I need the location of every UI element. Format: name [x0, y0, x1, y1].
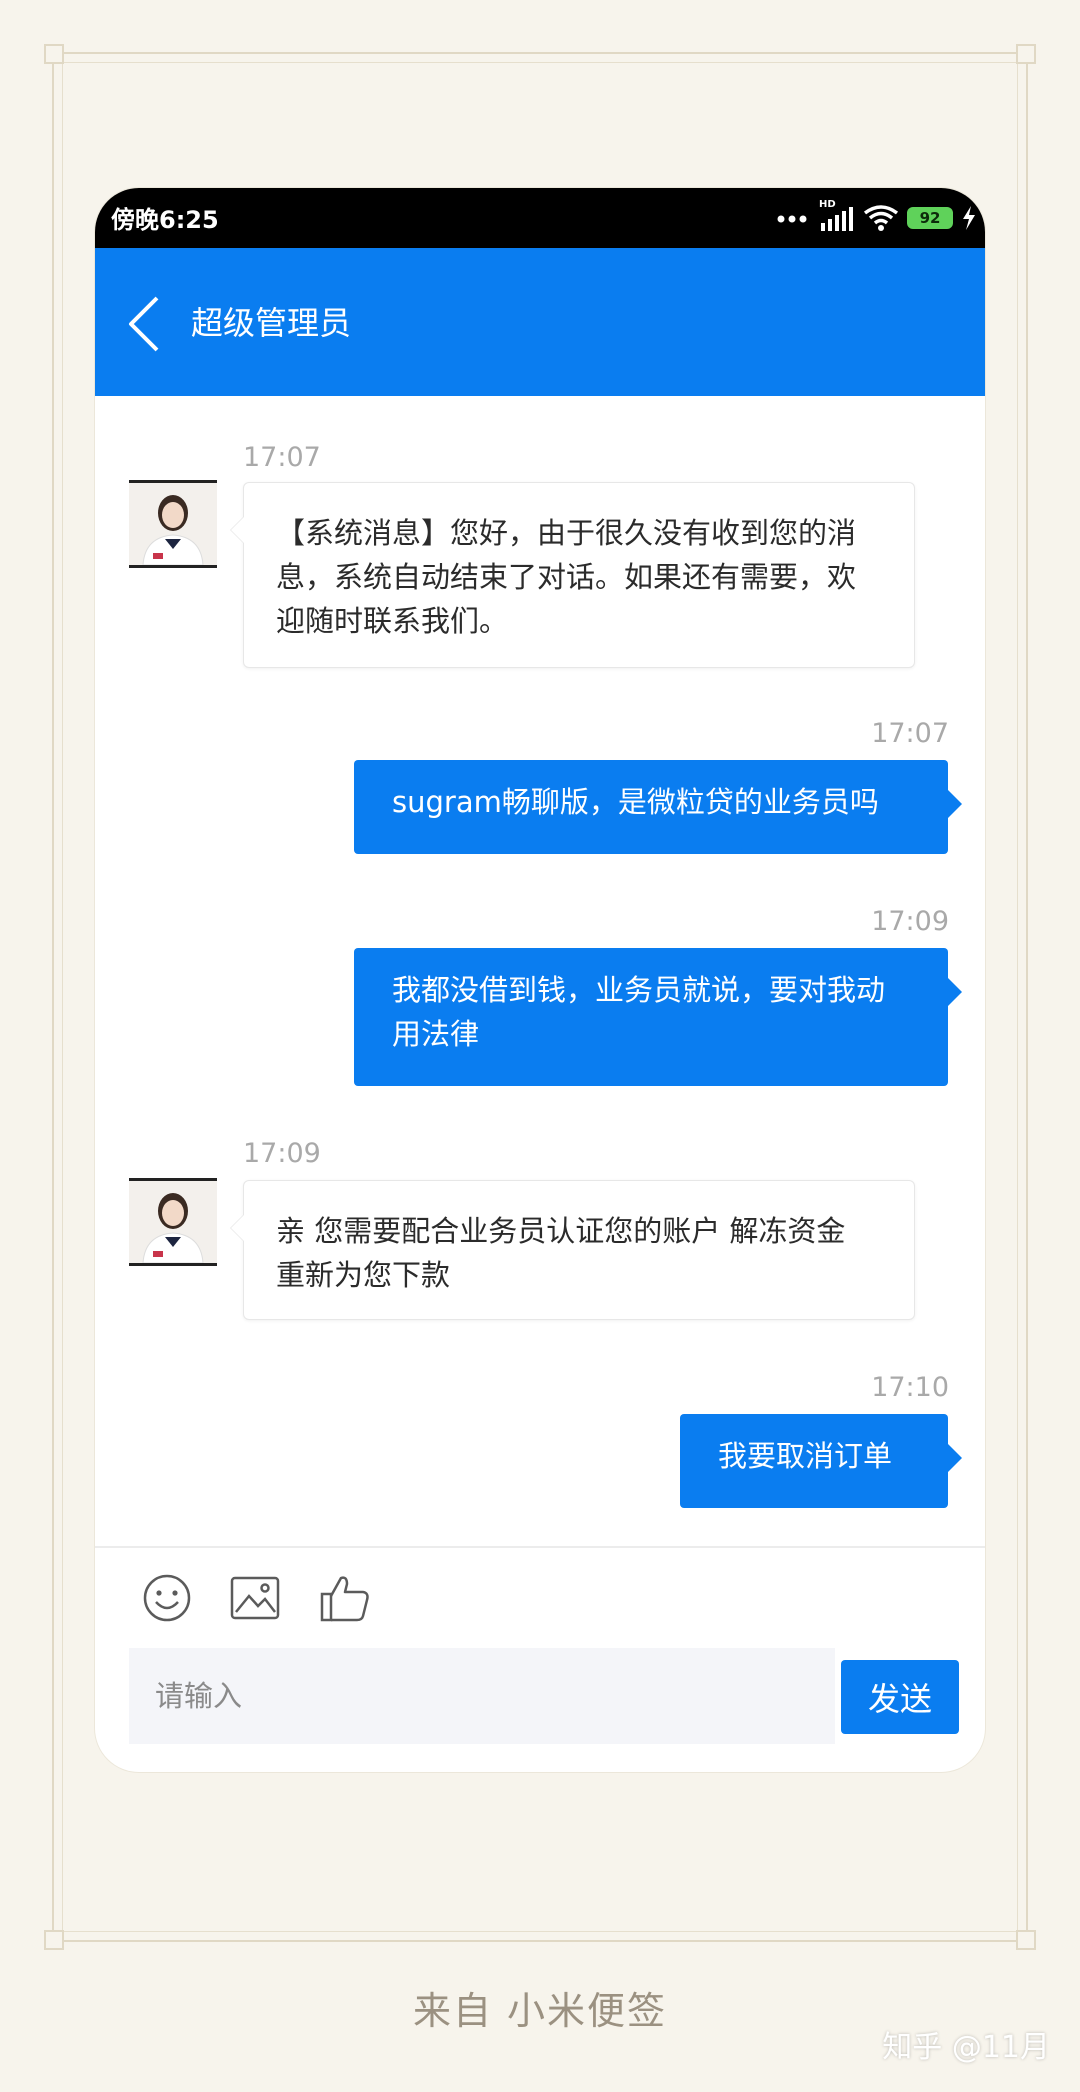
message-timestamp: 17:07 [871, 718, 949, 749]
status-bar: 傍晚6:25 HD 92 [95, 188, 985, 248]
battery-indicator: 92 [907, 207, 953, 229]
frame-corner [44, 1930, 64, 1950]
message-timestamp: 17:09 [243, 1138, 321, 1169]
watermark: 知乎 @11月 [882, 2030, 1050, 2065]
signal-icon [821, 207, 853, 231]
input-divider [95, 1546, 985, 1548]
agent-avatar-icon [129, 1181, 217, 1263]
frame-corner [1016, 1930, 1036, 1950]
page-title: 超级管理员 [191, 304, 352, 342]
phone-screen: 傍晚6:25 HD 92 超级管理员 17:07 【系统消息】您好，由于很久没有… [95, 188, 985, 1772]
avatar[interactable] [129, 1178, 217, 1266]
avatar[interactable] [129, 480, 217, 568]
agent-avatar-icon [129, 483, 217, 565]
image-icon[interactable] [229, 1572, 281, 1624]
message-timestamp: 17:10 [871, 1372, 949, 1403]
chat-header: 超级管理员 [95, 248, 985, 396]
outgoing-message-bubble: sugram畅聊版，是微粒贷的业务员吗 [354, 760, 962, 854]
message-timestamp: 17:07 [243, 442, 321, 473]
message-input[interactable] [129, 1648, 835, 1744]
thumbs-up-icon[interactable] [319, 1572, 371, 1624]
status-time: 傍晚6:25 [111, 206, 219, 234]
frame-corner [1016, 44, 1036, 64]
outgoing-message-bubble: 我都没借到钱，业务员就说，要对我动用法律 [354, 948, 962, 1086]
charging-icon [963, 206, 975, 230]
outgoing-message-bubble: 我要取消订单 [680, 1414, 962, 1508]
signal-indicator: HD [815, 199, 855, 233]
more-dots-icon [777, 215, 807, 223]
status-icons: HD 92 [777, 199, 977, 236]
incoming-message-bubble: 【系统消息】您好，由于很久没有收到您的消息，系统自动结束了对话。如果还有需要，欢… [243, 482, 915, 668]
incoming-message-bubble: 亲 您需要配合业务员认证您的账户 解冻资金 重新为您下款 [243, 1180, 915, 1320]
send-button[interactable]: 发送 [841, 1660, 959, 1734]
emoji-icon[interactable] [141, 1572, 193, 1624]
message-timestamp: 17:09 [871, 906, 949, 937]
wifi-icon [863, 205, 899, 231]
frame-corner [44, 44, 64, 64]
back-arrow-icon[interactable] [125, 294, 165, 354]
